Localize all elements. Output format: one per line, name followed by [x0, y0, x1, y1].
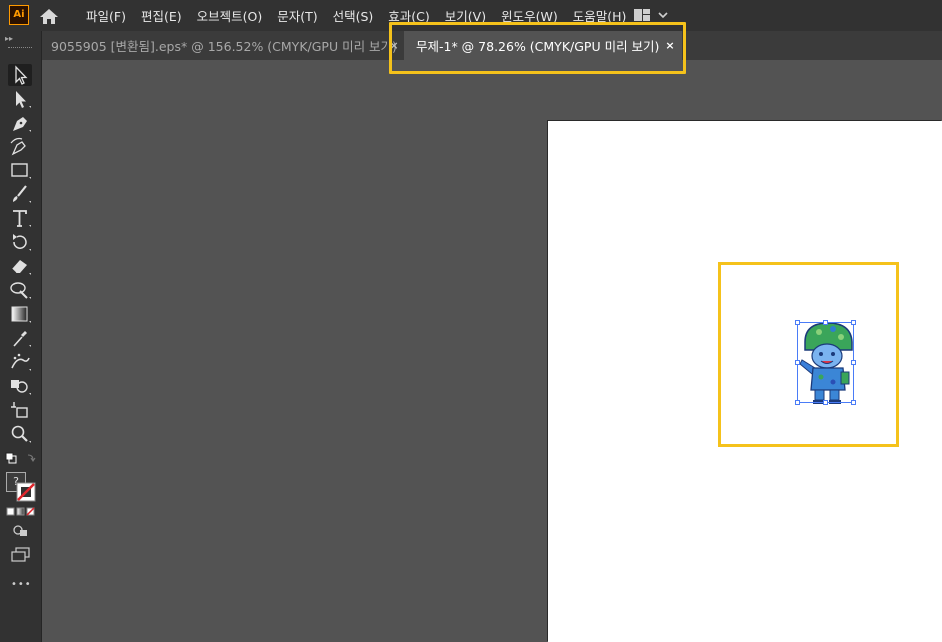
- direct-selection-tool-icon[interactable]: [8, 88, 32, 110]
- paintbrush-tool-icon[interactable]: [8, 183, 32, 205]
- color-mode-icons[interactable]: [6, 507, 36, 517]
- rectangle-tool-icon[interactable]: [8, 159, 32, 181]
- warp-tool-icon[interactable]: [8, 279, 32, 301]
- eyedropper-tool-icon[interactable]: [8, 327, 32, 349]
- pen-tool-icon[interactable]: [8, 112, 32, 134]
- rotate-tool-icon[interactable]: [8, 231, 32, 253]
- edit-toolbar-more-icon[interactable]: •••: [11, 579, 32, 590]
- illustrator-logo: Ai: [9, 5, 29, 25]
- highlight-annotation-tab: [389, 22, 686, 74]
- symbol-sprayer-tool-icon[interactable]: [8, 351, 32, 373]
- curvature-tool-icon[interactable]: [8, 135, 32, 157]
- selection-tool-icon[interactable]: [8, 64, 32, 86]
- menu-type[interactable]: 문자(T): [277, 6, 317, 25]
- gradient-tool-icon[interactable]: [8, 303, 32, 325]
- fill-stroke-swatches[interactable]: ?: [6, 472, 36, 502]
- stroke-none-swatch-icon[interactable]: [16, 482, 36, 502]
- artboard-tool-icon[interactable]: [8, 399, 32, 421]
- highlight-annotation-artwork: [718, 262, 899, 447]
- tab-document-1[interactable]: 9055905 [변환됨].eps* @ 156.52% (CMYK/GPU 미…: [42, 31, 404, 60]
- tab-label: 9055905 [변환됨].eps* @ 156.52% (CMYK/GPU 미…: [51, 39, 397, 54]
- screen-mode-icon[interactable]: [10, 547, 32, 563]
- home-icon[interactable]: [38, 7, 60, 25]
- menu-file[interactable]: 파일(F): [86, 6, 126, 25]
- zoom-tool-icon[interactable]: [8, 423, 32, 445]
- shape-builder-tool-icon[interactable]: [8, 375, 32, 397]
- collapse-icon[interactable]: ▸▸: [5, 34, 13, 43]
- draw-mode-icon[interactable]: [12, 524, 30, 538]
- menu-select[interactable]: 선택(S): [333, 6, 374, 25]
- menu-edit[interactable]: 편집(E): [141, 6, 182, 25]
- tools-panel: ▸▸ ? •••: [0, 31, 42, 642]
- eraser-tool-icon[interactable]: [8, 255, 32, 277]
- swap-fill-stroke-icon[interactable]: [5, 452, 37, 468]
- workspace-switcher-icon[interactable]: [632, 7, 674, 23]
- menu-object[interactable]: 오브젝트(O): [197, 6, 263, 25]
- panel-grip[interactable]: [8, 47, 32, 50]
- type-tool-icon[interactable]: [8, 207, 32, 229]
